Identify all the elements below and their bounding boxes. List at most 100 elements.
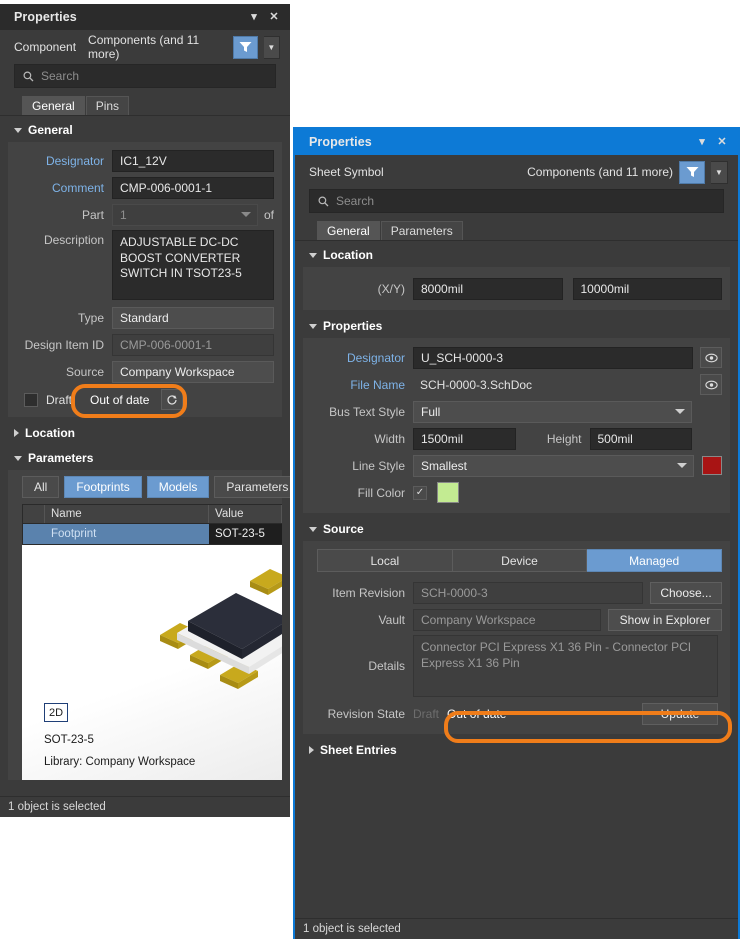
refresh-icon[interactable]: [161, 389, 184, 410]
expand-triangle-icon: [309, 323, 317, 329]
tab-pins[interactable]: Pins: [85, 96, 130, 115]
preview-library-text: Library: Company Workspace: [44, 756, 196, 768]
xy-label: (X/Y): [377, 281, 405, 296]
component-properties-panel: Properties ▾ ✕ Component Components (and…: [0, 4, 290, 817]
search-input[interactable]: Search: [14, 64, 276, 88]
section-header-general[interactable]: General: [0, 116, 290, 142]
right-object-header: Sheet Symbol Components (and 11 more) ▼: [295, 155, 738, 189]
chip-parameters[interactable]: Parameters: [214, 476, 290, 498]
draft-checkbox[interactable]: [24, 392, 38, 407]
show-in-explorer-button[interactable]: Show in Explorer: [608, 608, 722, 631]
chevron-down-icon[interactable]: ▾: [694, 134, 710, 150]
source-field[interactable]: Company Workspace: [112, 360, 274, 383]
designator-label: Designator: [45, 153, 104, 168]
item-revision-label: Item Revision: [332, 585, 405, 600]
chevron-down-icon[interactable]: ▾: [246, 9, 262, 25]
fill-color-checkbox[interactable]: ✓: [413, 485, 427, 500]
line-style-label: Line Style: [352, 458, 405, 473]
chevron-down-icon: [240, 212, 251, 217]
comment-label: Comment: [51, 180, 104, 195]
description-label: Description: [43, 233, 104, 247]
design-item-id-field: CMP-006-0001-1: [112, 333, 274, 356]
field-line-style: Line Style Smallest: [303, 454, 722, 477]
chip-all[interactable]: All: [22, 476, 60, 498]
column-header-select: [23, 505, 45, 523]
funnel-icon[interactable]: [232, 35, 258, 59]
section-title-general: General: [28, 123, 73, 137]
search-input[interactable]: Search: [309, 189, 724, 213]
field-design-item-id: Design Item ID CMP-006-0001-1: [8, 333, 274, 356]
bus-text-style-select[interactable]: Full: [413, 400, 692, 423]
location-y-field[interactable]: 10000mil: [572, 277, 722, 300]
section-header-source[interactable]: Source: [295, 513, 738, 541]
right-search-wrap: Search: [295, 189, 738, 213]
designator-field[interactable]: U_SCH-0000-3: [413, 346, 693, 369]
field-width-height: Width 1500mil Height 500mil: [303, 427, 722, 450]
source-mode-managed[interactable]: Managed: [587, 549, 723, 572]
left-object-header: Component Components (and 11 more) ▼: [0, 30, 290, 64]
collapse-triangle-icon: [14, 429, 19, 437]
choose-button[interactable]: Choose...: [650, 581, 722, 604]
parameter-filter-chips: All Footprints Models Parameters: [8, 476, 290, 504]
right-object-type: Sheet Symbol: [309, 165, 384, 179]
filter-dropdown-chevron-down-icon[interactable]: ▼: [711, 160, 728, 184]
section-header-location[interactable]: Location: [295, 241, 738, 267]
row-select-cell[interactable]: [23, 524, 45, 544]
details-label: Details: [368, 659, 405, 673]
preview-footprint-name: SOT-23-5: [44, 734, 94, 746]
close-icon[interactable]: ✕: [266, 9, 282, 25]
section-header-properties[interactable]: Properties: [295, 310, 738, 338]
search-icon: [318, 196, 329, 206]
section-header-location[interactable]: Location: [0, 417, 290, 445]
tab-general[interactable]: General: [22, 96, 85, 115]
field-designator: Designator IC1_12V: [8, 149, 274, 172]
width-label: Width: [374, 431, 405, 446]
section-body-parameters: All Footprints Models Parameters Name Va…: [8, 470, 290, 780]
section-header-sheet-entries[interactable]: Sheet Entries: [295, 734, 738, 762]
field-file-name: File Name SCH-0000-3.SchDoc: [303, 373, 722, 396]
source-mode-local[interactable]: Local: [317, 549, 453, 572]
source-mode-segmented: Local Device Managed: [317, 549, 723, 572]
tab-parameters[interactable]: Parameters: [380, 221, 463, 240]
chip-models[interactable]: Models: [146, 476, 210, 498]
location-x-field[interactable]: 8000mil: [413, 277, 563, 300]
expand-triangle-icon: [309, 252, 317, 258]
field-vault: Vault Company Workspace Show in Explorer: [303, 608, 722, 631]
designator-field[interactable]: IC1_12V: [112, 149, 274, 172]
line-style-select[interactable]: Smallest: [413, 454, 694, 477]
funnel-icon[interactable]: [679, 160, 705, 184]
eye-icon[interactable]: [700, 374, 722, 395]
fill-color-swatch[interactable]: [437, 482, 459, 503]
type-label: Type: [77, 310, 104, 325]
field-part: Part 1 of: [8, 203, 274, 226]
view-mode-2d-button[interactable]: 2D: [44, 703, 68, 722]
eye-icon[interactable]: [700, 347, 722, 368]
update-button[interactable]: Update: [642, 702, 718, 725]
height-label: Height: [546, 431, 582, 446]
screenshot-stage: Properties ▾ ✕ Component Components (and…: [0, 0, 740, 939]
part-of-label: of: [263, 207, 274, 222]
footprint-preview[interactable]: 2D SOT-23-5 Library: Company Workspace: [22, 545, 282, 780]
section-header-parameters[interactable]: Parameters: [0, 445, 290, 470]
filter-dropdown-chevron-down-icon[interactable]: ▼: [263, 35, 280, 59]
file-name-field[interactable]: SCH-0000-3.SchDoc: [413, 374, 693, 396]
revision-state-out-of-date: Out of date: [447, 706, 507, 721]
out-of-date-status: Out of date: [90, 392, 150, 407]
chip-footprints[interactable]: Footprints: [64, 476, 142, 498]
line-color-swatch[interactable]: [702, 456, 722, 475]
type-select[interactable]: Standard: [112, 306, 274, 329]
column-header-value: Value: [209, 505, 282, 523]
left-panel-title: Properties: [14, 10, 77, 24]
height-field[interactable]: 500mil: [589, 427, 692, 450]
comment-field[interactable]: CMP-006-0001-1: [112, 176, 274, 199]
part-select[interactable]: 1: [112, 203, 258, 226]
field-details: Details Connector PCI Express X1 36 Pin …: [303, 635, 722, 697]
tab-general[interactable]: General: [317, 221, 380, 240]
description-field[interactable]: ADJUSTABLE DC-DC BOOST CONVERTER SWITCH …: [112, 230, 274, 300]
width-field[interactable]: 1500mil: [413, 427, 516, 450]
field-source: Source Company Workspace: [8, 360, 274, 383]
close-icon[interactable]: ✕: [714, 134, 730, 150]
table-row[interactable]: Footprint SOT-23-5: [23, 524, 282, 544]
field-item-revision: Item Revision SCH-0000-3 Choose...: [303, 581, 722, 604]
source-mode-device[interactable]: Device: [452, 549, 588, 572]
